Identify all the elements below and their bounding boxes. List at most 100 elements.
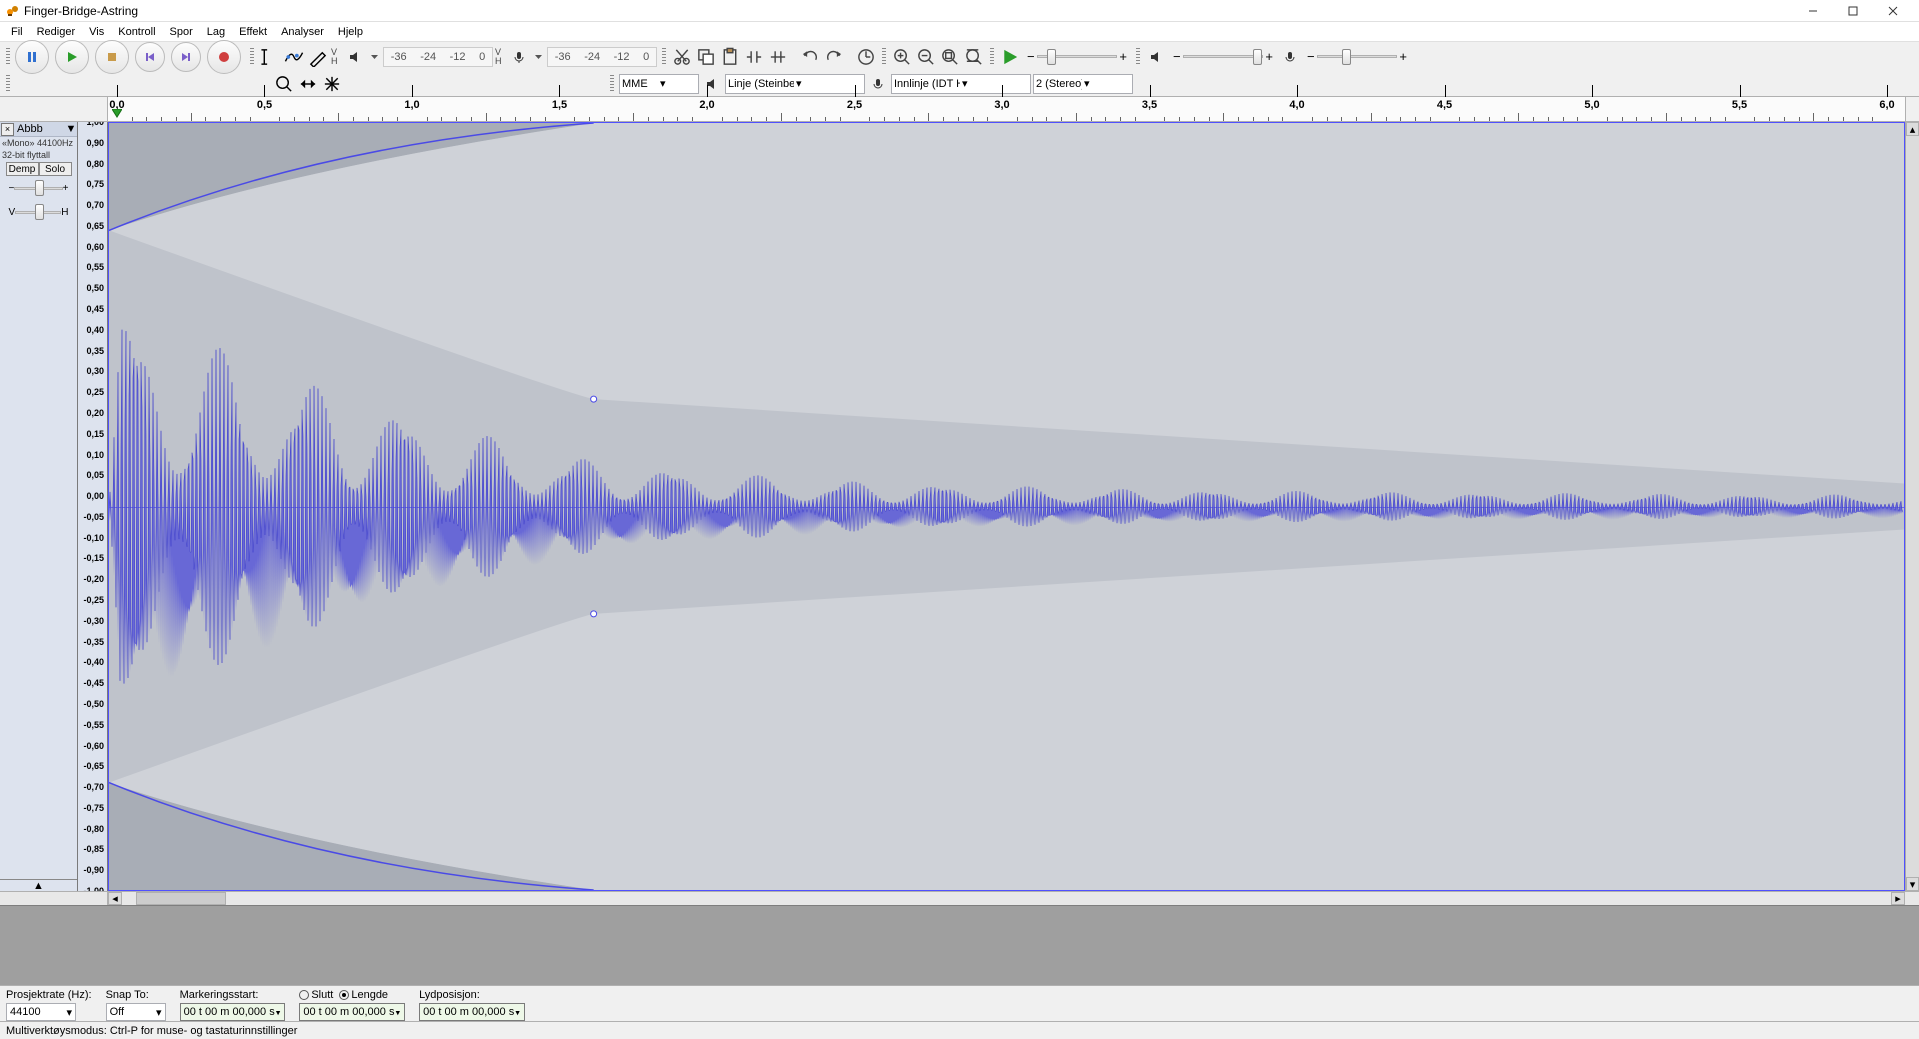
play-at-speed-icon[interactable]	[999, 46, 1021, 68]
envelope-tool-icon[interactable]	[283, 46, 305, 68]
playback-speed-slider[interactable]: − +	[1027, 51, 1127, 63]
menu-lag[interactable]: Lag	[200, 24, 232, 40]
zoom-out-icon[interactable]	[915, 46, 937, 68]
copy-icon[interactable]	[695, 46, 717, 68]
end-radio[interactable]: Slutt	[299, 989, 333, 1001]
meter-caret-icon	[533, 51, 544, 62]
input-device-mic-icon	[867, 73, 889, 95]
maximize-button[interactable]	[1833, 0, 1873, 22]
selection-tool-icon[interactable]	[259, 46, 281, 68]
menu-vis[interactable]: Vis	[82, 24, 111, 40]
menu-spor[interactable]: Spor	[163, 24, 200, 40]
zoom-fit-sel-icon[interactable]	[939, 46, 961, 68]
output-volume-slider[interactable]: − +	[1173, 51, 1273, 63]
multi-tool-icon[interactable]	[321, 73, 343, 95]
sync-lock-icon[interactable]	[855, 46, 877, 68]
redo-icon[interactable]	[823, 46, 845, 68]
scroll-left-icon[interactable]: ◂	[108, 892, 122, 905]
track-header[interactable]: × Abbb ▼ «Mono» 44100Hz 32-bit flyttall …	[0, 122, 78, 891]
input-volume-mic-icon	[1279, 46, 1301, 68]
toolbar-grip[interactable]	[882, 48, 886, 66]
vh-label: VH	[331, 48, 341, 66]
timeline-ruler[interactable]: 0,00,51,01,52,02,53,03,54,04,55,05,56,0	[0, 97, 1919, 122]
snap-select[interactable]: Off▾	[106, 1003, 166, 1021]
playback-speaker-icon[interactable]	[344, 46, 366, 68]
menu-hjelp[interactable]: Hjelp	[331, 24, 370, 40]
toolbar-grip[interactable]	[6, 48, 10, 66]
scroll-down-icon[interactable]: ▾	[1906, 877, 1919, 891]
audio-host-select[interactable]: MME▾	[619, 74, 699, 94]
zoom-tool-icon[interactable]	[273, 73, 295, 95]
track-pan-slider[interactable]: VH	[9, 206, 69, 218]
scroll-right-icon[interactable]: ▸	[1891, 892, 1905, 905]
menu-kontroll[interactable]: Kontroll	[111, 24, 162, 40]
playback-meter[interactable]: -36-24-120	[383, 47, 493, 67]
toolbars: VH -36-24-120 VH -36-24-120	[0, 42, 1919, 97]
vh-label: VH	[495, 48, 505, 66]
horizontal-scrollbar[interactable]: ◂ ▸	[0, 891, 1919, 905]
undo-icon[interactable]	[799, 46, 821, 68]
cut-icon[interactable]	[671, 46, 693, 68]
toolbar-grip[interactable]	[610, 75, 614, 93]
toolbar-grip[interactable]	[6, 75, 10, 93]
menu-bar: Fil Rediger Vis Kontroll Spor Lag Effekt…	[0, 22, 1919, 42]
toolbar-grip[interactable]	[250, 48, 254, 66]
waveform-canvas[interactable]	[108, 122, 1905, 891]
draw-tool-icon[interactable]	[307, 46, 329, 68]
output-device-speaker-icon	[701, 73, 723, 95]
project-rate-label: Prosjektrate (Hz):	[6, 989, 92, 1001]
length-radio[interactable]: Lengde	[339, 989, 388, 1001]
skip-end-button[interactable]	[171, 42, 201, 72]
status-bar: Multiverktøysmodus: Ctrl-P for muse- og …	[0, 1021, 1919, 1039]
channels-select[interactable]: 2 (Stereo) Record▾	[1033, 74, 1133, 94]
record-button[interactable]	[207, 40, 241, 74]
minimize-button[interactable]	[1793, 0, 1833, 22]
pause-button[interactable]	[15, 40, 49, 74]
silence-icon[interactable]	[767, 46, 789, 68]
vertical-scrollbar[interactable]: ▴ ▾	[1905, 122, 1919, 891]
track-gain-slider[interactable]: −+	[9, 182, 69, 194]
mute-button[interactable]: Demp	[6, 162, 39, 176]
toolbar-grip[interactable]	[990, 48, 994, 66]
input-volume-slider[interactable]: − +	[1307, 51, 1407, 63]
window-title: Finger-Bridge-Astring	[24, 4, 1793, 18]
zoom-fit-project-icon[interactable]	[963, 46, 985, 68]
record-mic-icon[interactable]	[508, 46, 530, 68]
track-bitdepth-info: 32-bit flyttall	[0, 149, 77, 161]
scroll-up-icon[interactable]: ▴	[1906, 122, 1919, 136]
meter-caret-icon	[369, 51, 380, 62]
input-device-select[interactable]: Innlinje (IDT High Definition A▾	[891, 74, 1031, 94]
track-name[interactable]: Abbb	[15, 123, 65, 135]
menu-analyser[interactable]: Analyser	[274, 24, 331, 40]
paste-icon[interactable]	[719, 46, 741, 68]
trim-icon[interactable]	[743, 46, 765, 68]
menu-effekt[interactable]: Effekt	[232, 24, 274, 40]
output-device-select[interactable]: Linje (Steinberg UR22)▾	[725, 74, 865, 94]
selection-toolbar: Prosjektrate (Hz): 44100▾ Snap To: Off▾ …	[0, 985, 1919, 1021]
solo-button[interactable]: Solo	[39, 162, 72, 176]
selection-start-label: Markeringsstart:	[180, 989, 286, 1001]
close-button[interactable]	[1873, 0, 1913, 22]
zoom-in-icon[interactable]	[891, 46, 913, 68]
menu-rediger[interactable]: Rediger	[30, 24, 83, 40]
track-collapse-button[interactable]: ▲	[0, 879, 77, 891]
recording-meter[interactable]: -36-24-120	[547, 47, 657, 67]
stop-button[interactable]	[95, 40, 129, 74]
snap-label: Snap To:	[106, 989, 166, 1001]
menu-fil[interactable]: Fil	[4, 24, 30, 40]
project-rate-select[interactable]: 44100▾	[6, 1003, 76, 1021]
status-text: Multiverktøysmodus: Ctrl-P for muse- og …	[6, 1025, 297, 1037]
selection-length-field[interactable]: 00 t 00 m 00,000 s▾	[299, 1003, 405, 1021]
empty-track-area[interactable]	[0, 905, 1919, 985]
play-button[interactable]	[55, 40, 89, 74]
track-close-button[interactable]: ×	[1, 123, 14, 136]
toolbar-grip[interactable]	[1136, 48, 1140, 66]
timeshift-tool-icon[interactable]	[297, 73, 319, 95]
track-menu-caret-icon[interactable]: ▼	[65, 123, 77, 135]
skip-start-button[interactable]	[135, 42, 165, 72]
title-bar: Finger-Bridge-Astring	[0, 0, 1919, 22]
toolbar-grip[interactable]	[662, 48, 666, 66]
selection-start-field[interactable]: 00 t 00 m 00,000 s▾	[180, 1003, 286, 1021]
audio-position-field[interactable]: 00 t 00 m 00,000 s▾	[419, 1003, 525, 1021]
output-volume-speaker-icon	[1145, 46, 1167, 68]
